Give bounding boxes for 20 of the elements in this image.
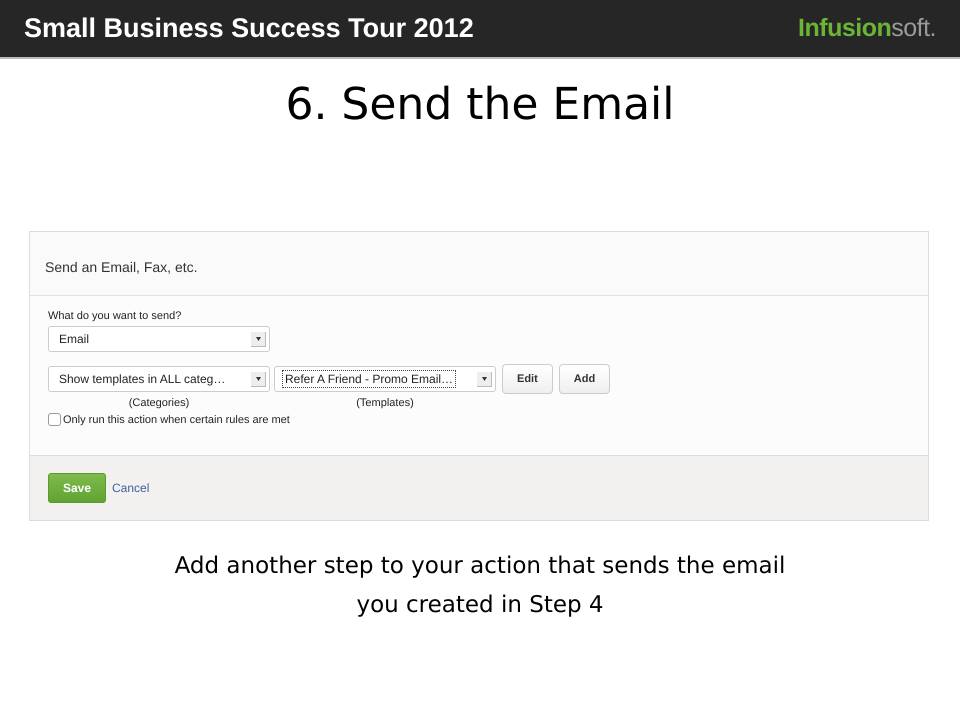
- field-label: What do you want to send?: [48, 310, 182, 322]
- select-caption: (Categories): [128, 397, 190, 409]
- caret-icon[interactable]: [251, 332, 266, 346]
- banner-title: Small Business Success Tour 2012: [24, 13, 474, 44]
- action-button[interactable]: Add: [558, 364, 610, 394]
- action-button[interactable]: Edit: [502, 364, 553, 394]
- slide-title: 6. Send the Email: [284, 78, 676, 132]
- logo: Infusionsoft.: [798, 14, 936, 43]
- checkbox[interactable]: [48, 413, 61, 426]
- dropdown[interactable]: Email: [48, 326, 270, 352]
- caret-icon[interactable]: [477, 372, 492, 386]
- select-caption: (Templates): [355, 397, 415, 409]
- caption-text: you created in Step 4: [355, 591, 605, 620]
- dropdown[interactable]: Show templates in ALL categ…: [48, 366, 270, 392]
- caret-icon[interactable]: [251, 372, 266, 386]
- dropdown[interactable]: Refer A Friend - Promo Email…: [274, 366, 496, 392]
- cancel-link[interactable]: Cancel: [112, 481, 150, 495]
- panel-title: Send an Email, Fax, etc.: [45, 258, 198, 274]
- caption-text: Add another step to your action that sends the email: [174, 552, 786, 581]
- checkbox-label: Only run this action when certain rules are met: [63, 414, 290, 426]
